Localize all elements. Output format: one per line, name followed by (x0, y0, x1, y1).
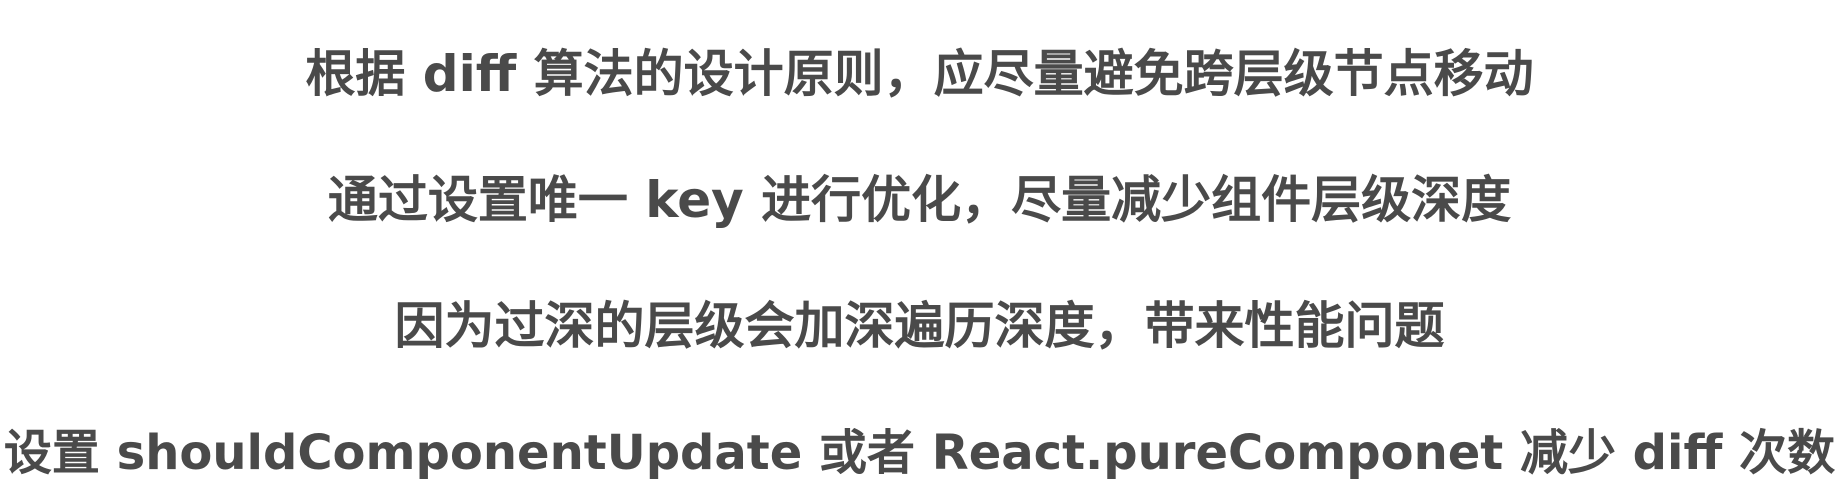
text-line-unique-key: 通过设置唯一 key 进行优化，尽量减少组件层级深度 (327, 171, 1512, 229)
text-line-depth-performance: 因为过深的层级会加深遍历深度，带来性能问题 (394, 297, 1445, 355)
text-line-diff-principle: 根据 diff 算法的设计原则，应尽量避免跨层级节点移动 (305, 45, 1534, 103)
slide-canvas: 根据 diff 算法的设计原则，应尽量避免跨层级节点移动 通过设置唯一 key … (0, 0, 1839, 504)
text-line-should-component-update: 设置 shouldComponentUpdate 或者 React.pureCo… (3, 425, 1836, 481)
